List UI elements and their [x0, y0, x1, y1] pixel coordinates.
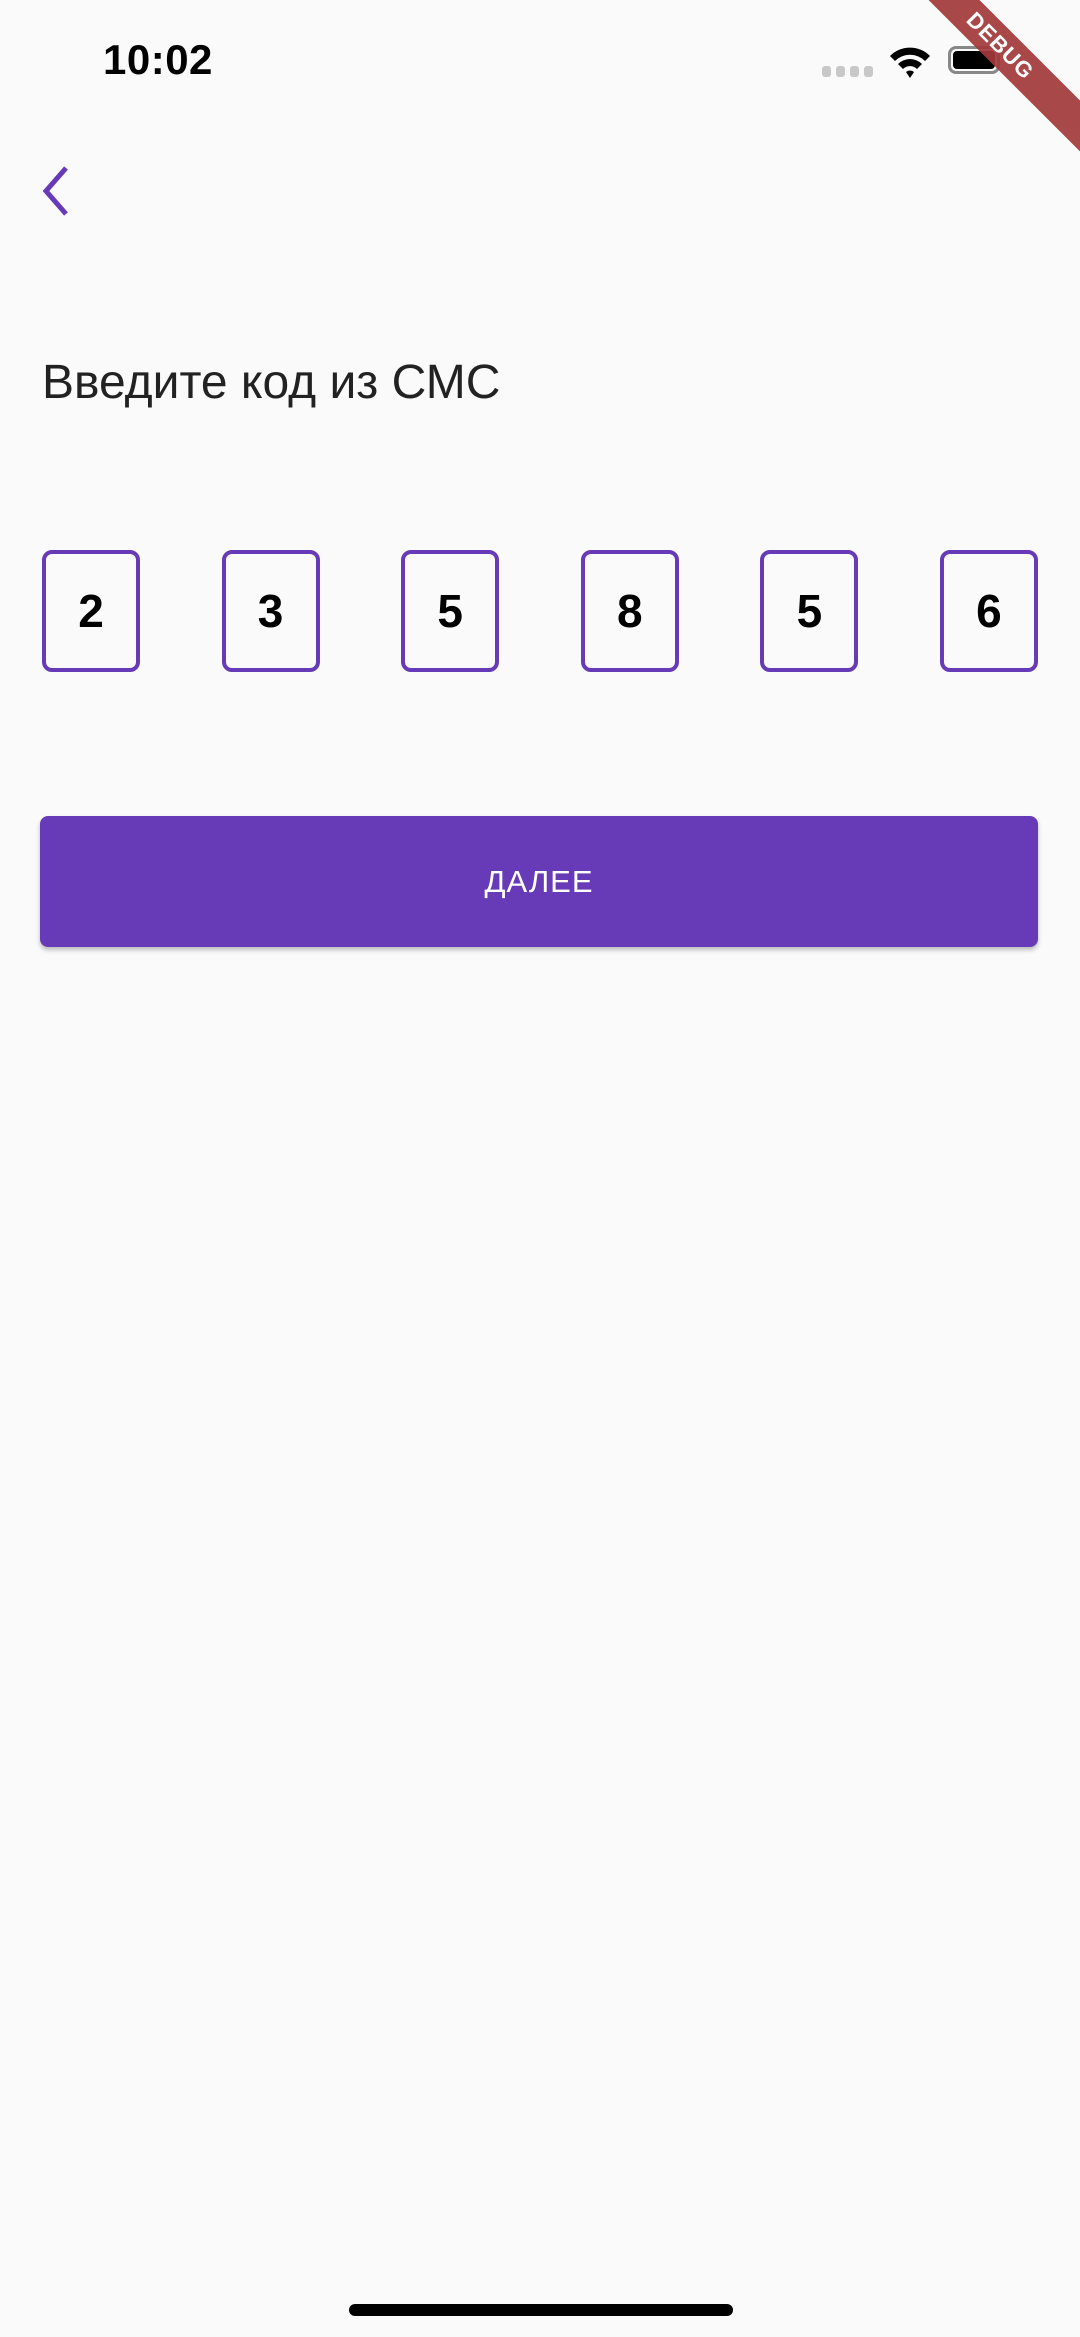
code-digit-field[interactable]: 5 — [760, 550, 859, 672]
code-digit-field[interactable]: 6 — [939, 550, 1038, 672]
next-button[interactable]: ДАЛЕЕ — [40, 816, 1038, 947]
wifi-icon — [890, 47, 930, 78]
code-digit-field[interactable]: 5 — [401, 550, 500, 672]
home-indicator[interactable] — [349, 2304, 733, 2316]
code-digit-field[interactable]: 3 — [221, 550, 320, 672]
code-digit-field[interactable]: 8 — [580, 550, 679, 672]
code-digit-field[interactable]: 2 — [42, 550, 140, 672]
status-time: 10:02 — [103, 36, 213, 83]
sms-code-input[interactable]: 2 3 5 8 5 6 — [42, 550, 1038, 672]
cellular-signal-icon — [822, 66, 873, 77]
page-title: Введите код из СМС — [42, 356, 501, 409]
back-chevron-icon[interactable] — [34, 160, 82, 220]
debug-banner: DEBUG — [881, 0, 1080, 165]
